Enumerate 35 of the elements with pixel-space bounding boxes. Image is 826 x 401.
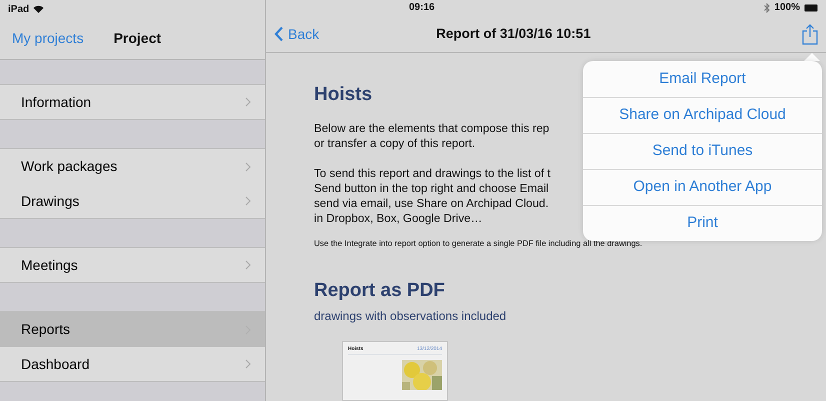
sidebar-item[interactable]: Drawings xyxy=(0,184,265,219)
paragraph-line: in Dropbox, Box, Google Drive… xyxy=(314,210,482,226)
bluetooth-icon xyxy=(764,2,770,13)
menu-item[interactable]: Send to iTunes xyxy=(583,133,822,169)
battery-percentage: 100% xyxy=(774,1,800,16)
sidebar-item[interactable]: Dashboard xyxy=(0,347,265,382)
chevron-icon xyxy=(245,97,251,107)
paragraph-line: Send button in the top right and choose Email xyxy=(314,180,549,196)
chevron-icon xyxy=(245,196,251,206)
chevron-icon xyxy=(245,162,251,172)
menu-item[interactable]: Open in Another App xyxy=(583,169,822,205)
section-subtitle: drawings with observations included xyxy=(314,308,508,325)
share-icon[interactable] xyxy=(802,24,818,44)
menu-item[interactable]: Email Report xyxy=(583,61,822,97)
menu-item[interactable]: Print xyxy=(583,205,822,241)
paragraph-line: Below are the elements that compose this rep xyxy=(314,120,550,136)
chevron-icon xyxy=(245,260,251,270)
device-name: iPad xyxy=(8,2,30,16)
paragraph-line: send via email, use Share on Archipad Cloud. xyxy=(314,196,549,211)
sidebar-item[interactable]: Meetings xyxy=(0,248,265,283)
section-heading: Report as PDF xyxy=(314,280,446,303)
clock: 09:16 xyxy=(409,1,435,16)
paragraph-line: or transfer a copy of this report. xyxy=(314,136,476,151)
sidebar-item[interactable]: Work packages xyxy=(0,149,265,184)
chevron-left-icon xyxy=(274,26,284,42)
wifi-icon xyxy=(33,5,44,13)
sidebar-title: Project xyxy=(114,29,162,48)
page-title: Report of 31/03/16 10:51 xyxy=(436,24,591,43)
sidebar-item[interactable]: Reports xyxy=(0,312,265,347)
battery-icon xyxy=(804,4,818,12)
chevron-icon xyxy=(245,359,251,369)
sidebar-item[interactable]: Information xyxy=(0,85,265,120)
menu-item[interactable]: Share on Archipad Cloud xyxy=(583,97,822,133)
section-heading: Hoists xyxy=(314,84,374,107)
paragraph-line: To send this report and drawings to the list of t xyxy=(314,166,551,181)
